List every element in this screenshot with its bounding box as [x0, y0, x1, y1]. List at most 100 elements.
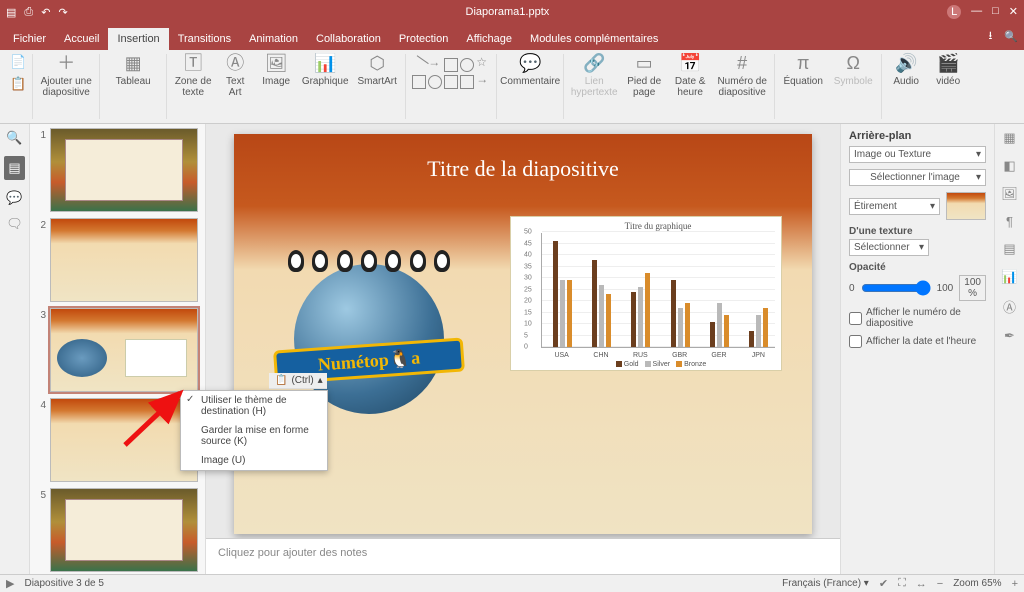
- shape-settings-icon[interactable]: ◧: [1003, 158, 1015, 174]
- notes-pane[interactable]: Cliquez pour ajouter des notes: [206, 538, 840, 574]
- slide-chart[interactable]: Titre du graphique 05101520253035404550U…: [510, 216, 782, 371]
- paste-icon[interactable]: 📋: [10, 76, 26, 92]
- select-image-button[interactable]: Sélectionner l'image ▾: [849, 169, 986, 186]
- symbol-icon: Ω: [846, 54, 859, 74]
- tab-transitions[interactable]: Transitions: [169, 28, 240, 50]
- language-indicator[interactable]: Français (France) ▾: [782, 578, 869, 589]
- calendar-icon: 📅: [679, 54, 701, 74]
- minimize-icon[interactable]: —: [971, 5, 982, 19]
- open-location-icon[interactable]: ⭳: [988, 27, 992, 46]
- slidenumber-button[interactable]: #Numéro de diapositive: [716, 54, 768, 98]
- slide-thumbnails: 1 2 3 4 5: [30, 124, 206, 574]
- paste-option-theme[interactable]: Utiliser le thème de destination (H): [181, 391, 327, 421]
- search-icon[interactable]: 🔍: [1004, 30, 1018, 43]
- table-settings-icon[interactable]: ▤: [1003, 241, 1015, 257]
- fit-slide-icon[interactable]: ⛶: [898, 577, 906, 590]
- find-icon[interactable]: 🔍: [6, 130, 22, 146]
- audio-button[interactable]: 🔊Audio: [888, 54, 924, 87]
- footer-button[interactable]: ▭Pied de page: [624, 54, 664, 98]
- slide-counter: Diapositive 3 de 5: [24, 578, 104, 589]
- ribbon-insertion: 📄 📋 ＋ Ajouter une diapositive ▦Tableau 🅃…: [0, 50, 1024, 124]
- show-datetime-checkbox[interactable]: Afficher la date et l'heure: [849, 335, 986, 348]
- link-icon: 🔗: [583, 54, 605, 74]
- shapes-gallery[interactable]: [406, 54, 497, 119]
- audio-icon: 🔊: [895, 54, 917, 74]
- close-icon[interactable]: ✕: [1009, 5, 1018, 19]
- table-button[interactable]: ▦Tableau: [106, 54, 160, 87]
- datetime-button[interactable]: 📅Date & heure: [670, 54, 710, 98]
- slide-settings-icon[interactable]: ▦: [1003, 130, 1015, 146]
- smartart-icon: ⬡: [369, 54, 385, 74]
- chart-settings-icon[interactable]: 📊: [1001, 269, 1017, 285]
- add-slide-button[interactable]: ＋ Ajouter une diapositive: [39, 54, 93, 98]
- opacity-max: 100: [937, 283, 954, 294]
- textbox-button[interactable]: 🅃Zone de texte: [173, 54, 213, 98]
- thumbnail-1[interactable]: [50, 128, 198, 212]
- redo-icon[interactable]: ↷: [58, 6, 67, 19]
- hyperlink-button: 🔗Lien hypertexte: [570, 54, 618, 98]
- stretch-select[interactable]: Étirement ▾: [849, 198, 940, 215]
- tab-affichage[interactable]: Affichage: [457, 28, 521, 50]
- print-icon[interactable]: ⎙: [24, 6, 33, 19]
- fit-width-icon[interactable]: ↔: [916, 578, 927, 590]
- zoom-in-icon[interactable]: +: [1012, 578, 1018, 590]
- equation-button[interactable]: πÉquation: [781, 54, 825, 87]
- image-button[interactable]: 🖼Image: [257, 54, 295, 87]
- comment-button[interactable]: 💬Commentaire: [503, 54, 557, 87]
- paste-option-keep-source[interactable]: Garder la mise en forme source (K): [181, 421, 327, 451]
- chart-button[interactable]: 📊Graphique: [301, 54, 349, 87]
- thumbnail-5[interactable]: [50, 488, 198, 572]
- video-button[interactable]: 🎬vidéo: [930, 54, 966, 87]
- maximize-icon[interactable]: □: [992, 5, 999, 19]
- thumbnail-4[interactable]: [50, 398, 198, 482]
- thumbnail-3[interactable]: [50, 308, 198, 392]
- texture-select[interactable]: Sélectionner ▾: [849, 239, 929, 256]
- smartart-button[interactable]: ⬡SmartArt: [355, 54, 399, 87]
- opacity-value[interactable]: 100 %: [959, 275, 986, 301]
- tab-fichier[interactable]: Fichier: [4, 28, 55, 50]
- signature-icon[interactable]: ✒: [1004, 328, 1015, 344]
- tab-insertion[interactable]: Insertion: [108, 28, 168, 50]
- texture-label: D'une texture: [849, 226, 986, 237]
- paste-option-image[interactable]: Image (U): [181, 451, 327, 470]
- text-settings-icon[interactable]: Ⓐ: [1003, 297, 1016, 316]
- tab-animation[interactable]: Animation: [240, 28, 307, 50]
- thumbnail-2[interactable]: [50, 218, 198, 302]
- tab-protection[interactable]: Protection: [390, 28, 458, 50]
- slideshow-icon[interactable]: ▶: [6, 577, 14, 590]
- document-title: Diaporama1.pptx: [68, 6, 947, 18]
- paste-options-button[interactable]: 📋 (Ctrl) ▴: [269, 373, 327, 389]
- spellcheck-icon[interactable]: ✔: [879, 577, 888, 590]
- show-slide-number-checkbox[interactable]: Afficher le numéro de diapositive: [849, 307, 986, 329]
- textart-button[interactable]: ⒶText Art: [219, 54, 251, 98]
- undo-icon[interactable]: ↶: [41, 6, 50, 19]
- textbox-icon: 🅃: [184, 54, 202, 74]
- fill-mode-select[interactable]: Image ou Texture ▾: [849, 146, 986, 163]
- panel-heading: Arrière-plan: [849, 130, 986, 142]
- image-icon: 🖼: [265, 54, 288, 74]
- right-panel-background: Arrière-plan Image ou Texture ▾ Sélectio…: [840, 124, 994, 574]
- zoom-out-icon[interactable]: −: [937, 578, 943, 590]
- tab-accueil[interactable]: Accueil: [55, 28, 108, 50]
- chart-icon: 📊: [314, 54, 336, 74]
- plus-icon: ＋: [57, 54, 75, 74]
- opacity-slider[interactable]: [861, 280, 931, 296]
- menu-bar: Fichier Accueil Insertion Transitions An…: [0, 24, 1024, 50]
- textart-icon: Ⓐ: [226, 54, 244, 74]
- user-avatar-icon[interactable]: L: [947, 5, 961, 19]
- comments-panel-icon[interactable]: 💬: [6, 190, 22, 206]
- chart-title: Titre du graphique: [541, 221, 775, 231]
- video-icon: 🎬: [937, 54, 959, 74]
- slide-canvas[interactable]: Titre de la diapositive Numétop🐧a Titre …: [234, 134, 812, 534]
- slides-panel-icon[interactable]: ▤: [4, 156, 24, 180]
- slide-title-placeholder[interactable]: Titre de la diapositive: [234, 156, 812, 182]
- save-icon[interactable]: ▤: [6, 6, 16, 19]
- copy-icon[interactable]: 📄: [10, 54, 26, 70]
- tab-collaboration[interactable]: Collaboration: [307, 28, 390, 50]
- feedback-icon[interactable]: 🗨: [6, 216, 23, 232]
- zoom-level[interactable]: Zoom 65%: [953, 578, 1001, 589]
- image-settings-icon[interactable]: 🖼: [1001, 186, 1018, 202]
- paragraph-settings-icon[interactable]: ¶: [1006, 214, 1013, 229]
- tab-modules[interactable]: Modules complémentaires: [521, 28, 667, 50]
- opacity-min: 0: [849, 283, 855, 294]
